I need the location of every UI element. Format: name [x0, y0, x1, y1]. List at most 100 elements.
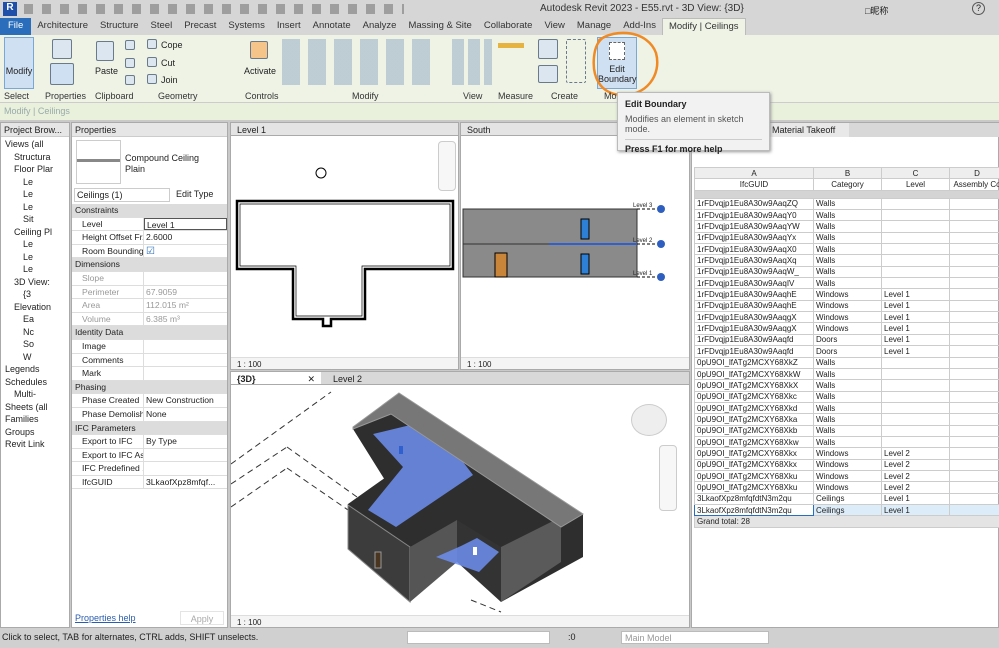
browser-item[interactable]: Schedules [1, 377, 69, 390]
property-value[interactable]: Level 1 [144, 217, 227, 231]
table-cell[interactable]: Walls [813, 209, 882, 222]
table-cell[interactable]: 1rFDvqjp1Eu8A30w9AaqhE [694, 299, 814, 313]
table-cell[interactable]: Windows [813, 469, 882, 483]
table-cell[interactable]: 1rFDvqjp1Eu8A30w9Aaqfd [694, 345, 814, 358]
copy-icon[interactable] [125, 58, 135, 68]
browser-item[interactable]: Elevation [1, 302, 69, 315]
table-row[interactable]: 1rFDvqjp1Eu8A30w9AaqIV Walls [694, 277, 999, 290]
edit-type-button[interactable]: Edit Type [176, 189, 213, 199]
browser-item[interactable]: Nc [1, 327, 69, 340]
tab-insert[interactable]: Insert [271, 18, 307, 35]
table-cell[interactable]: Windows [813, 322, 882, 335]
tab-annotate[interactable]: Annotate [307, 18, 357, 35]
table-cell[interactable]: Doors [813, 333, 882, 347]
table-cell[interactable]: Level 2 [881, 469, 950, 483]
table-cell[interactable] [881, 367, 950, 381]
navigation-bar[interactable] [438, 141, 456, 191]
table-cell[interactable]: Walls [813, 424, 882, 437]
table-cell[interactable] [881, 413, 950, 426]
3d-view[interactable]: {3D} ✕ Level 2 1 : 100 [230, 371, 690, 628]
property-row[interactable]: IfcGUID 3LkaofXpz8mfqf... [72, 475, 227, 490]
table-cell[interactable]: Walls [813, 356, 882, 369]
cope-button[interactable]: Cope [161, 40, 183, 50]
table-cell[interactable]: Ceilings [813, 503, 882, 517]
table-row[interactable]: 1rFDvqjp1Eu8A30w9AaqX0 Walls [694, 243, 999, 256]
column-header[interactable]: Level [881, 178, 950, 191]
table-cell[interactable]: Walls [813, 265, 882, 279]
tab-systems[interactable]: Systems [222, 18, 270, 35]
property-row[interactable]: Phase Created New Construction [72, 394, 227, 408]
paste-button[interactable]: Paste [95, 66, 118, 76]
match-type-icon[interactable] [125, 75, 135, 85]
table-cell[interactable]: Level 1 [881, 492, 950, 505]
table-cell[interactable]: Walls [813, 243, 882, 256]
tab-modify-ceilings[interactable]: Modify | Ceilings [661, 18, 746, 35]
property-row[interactable]: Comments [72, 353, 227, 368]
table-row[interactable]: 0pU9OI_lfATg2MCXY68Xkx Windows Level 2 [694, 458, 999, 471]
table-cell[interactable]: 1rFDvqjp1Eu8A30w9AaqYx [694, 231, 814, 245]
table-cell[interactable]: Walls [813, 254, 882, 267]
table-row[interactable]: 0pU9OI_lfATg2MCXY68Xkb Walls [694, 424, 999, 437]
table-row[interactable]: 3LkaofXpz8mfqfdtN3m2qu Ceilings Level 1 [694, 503, 999, 517]
property-row[interactable]: Height Offset Fr... 2.6000 [72, 231, 227, 245]
cut-button[interactable]: Cut [161, 58, 175, 68]
table-cell[interactable]: Doors [813, 345, 882, 358]
table-cell[interactable]: 0pU9OI_lfATg2MCXY68Xka [694, 413, 814, 426]
property-row[interactable]: Image [72, 339, 227, 354]
panel-label[interactable]: Select [4, 91, 29, 101]
table-row[interactable]: 1rFDvqjp1Eu8A30w9AaqhE Windows Level 1 [694, 288, 999, 301]
property-value[interactable]: By Type [144, 435, 227, 448]
tab-architecture[interactable]: Architecture [31, 18, 94, 35]
table-row[interactable]: 0pU9OI_lfATg2MCXY68Xku Windows Level 2 [694, 481, 999, 494]
property-row[interactable]: Perimeter 67.9059 [72, 285, 227, 300]
table-cell[interactable]: 0pU9OI_lfATg2MCXY68XkX [694, 379, 814, 392]
table-cell[interactable]: Walls [813, 379, 882, 392]
table-row[interactable]: 1rFDvqjp1Eu8A30w9AaqYx Walls [694, 231, 999, 245]
table-cell[interactable]: Walls [813, 277, 882, 290]
table-cell[interactable] [881, 435, 950, 449]
table-row[interactable]: 0pU9OI_lfATg2MCXY68Xkc Walls [694, 390, 999, 403]
property-value[interactable]: 67.9059 [144, 286, 227, 299]
tab-precast[interactable]: Precast [178, 18, 222, 35]
property-row[interactable]: Room Bounding ☑ [72, 244, 227, 259]
viewcube[interactable] [631, 404, 667, 436]
table-row[interactable]: 1rFDvqjp1Eu8A30w9AaqW_ Walls [694, 265, 999, 279]
property-group[interactable]: Dimensions [72, 258, 227, 272]
table-row[interactable]: 0pU9OI_lfATg2MCXY68XkX Walls [694, 379, 999, 392]
table-cell[interactable] [881, 424, 950, 437]
table-cell[interactable]: Windows [813, 299, 882, 313]
pin-icon[interactable] [250, 41, 268, 59]
modify-tools[interactable] [282, 39, 430, 85]
table-cell[interactable]: 0pU9OI_lfATg2MCXY68Xkx [694, 447, 814, 460]
property-value[interactable] [144, 340, 227, 353]
property-value[interactable]: 112.015 m² [144, 299, 227, 312]
table-cell[interactable]: Walls [813, 435, 882, 449]
property-value[interactable]: New Construction [144, 394, 227, 407]
table-cell[interactable]: 1rFDvqjp1Eu8A30w9AaqgX [694, 311, 814, 324]
table-cell[interactable] [881, 265, 950, 279]
property-row[interactable]: Phase Demolish...None [72, 407, 227, 422]
table-cell[interactable]: Level 1 [881, 288, 950, 301]
table-cell[interactable]: 1rFDvqjp1Eu8A30w9AaqhE [694, 288, 814, 301]
table-cell[interactable]: 1rFDvqjp1Eu8A30w9Aaqfd [694, 333, 814, 347]
properties-icon[interactable] [50, 63, 74, 85]
property-value[interactable] [144, 462, 227, 475]
apply-button[interactable]: Apply [180, 611, 224, 625]
table-cell[interactable] [881, 209, 950, 222]
browser-item[interactable]: W [1, 352, 69, 365]
property-row[interactable]: Export to IFC By Type [72, 435, 227, 449]
column-letter[interactable]: A [694, 166, 814, 180]
table-cell[interactable]: 0pU9OI_lfATg2MCXY68Xkw [694, 435, 814, 449]
table-row[interactable]: 0pU9OI_lfATg2MCXY68Xkw Walls [694, 435, 999, 449]
table-cell[interactable]: Level 1 [881, 299, 950, 313]
table-cell[interactable]: Level 2 [881, 481, 950, 494]
browser-item[interactable]: Multi- [1, 389, 69, 402]
view-scale[interactable]: 1 : 100 [467, 360, 491, 369]
column-letter[interactable]: B [813, 166, 882, 180]
table-cell[interactable]: 0pU9OI_lfATg2MCXY68Xkd [694, 401, 814, 415]
tab-file[interactable]: File [0, 18, 32, 35]
browser-item[interactable]: Revit Link [1, 439, 69, 452]
table-cell[interactable] [881, 243, 950, 256]
table-cell[interactable]: Windows [813, 288, 882, 301]
table-row[interactable]: 1rFDvqjp1Eu8A30w9Aaqfd Doors Level 1 [694, 345, 999, 358]
